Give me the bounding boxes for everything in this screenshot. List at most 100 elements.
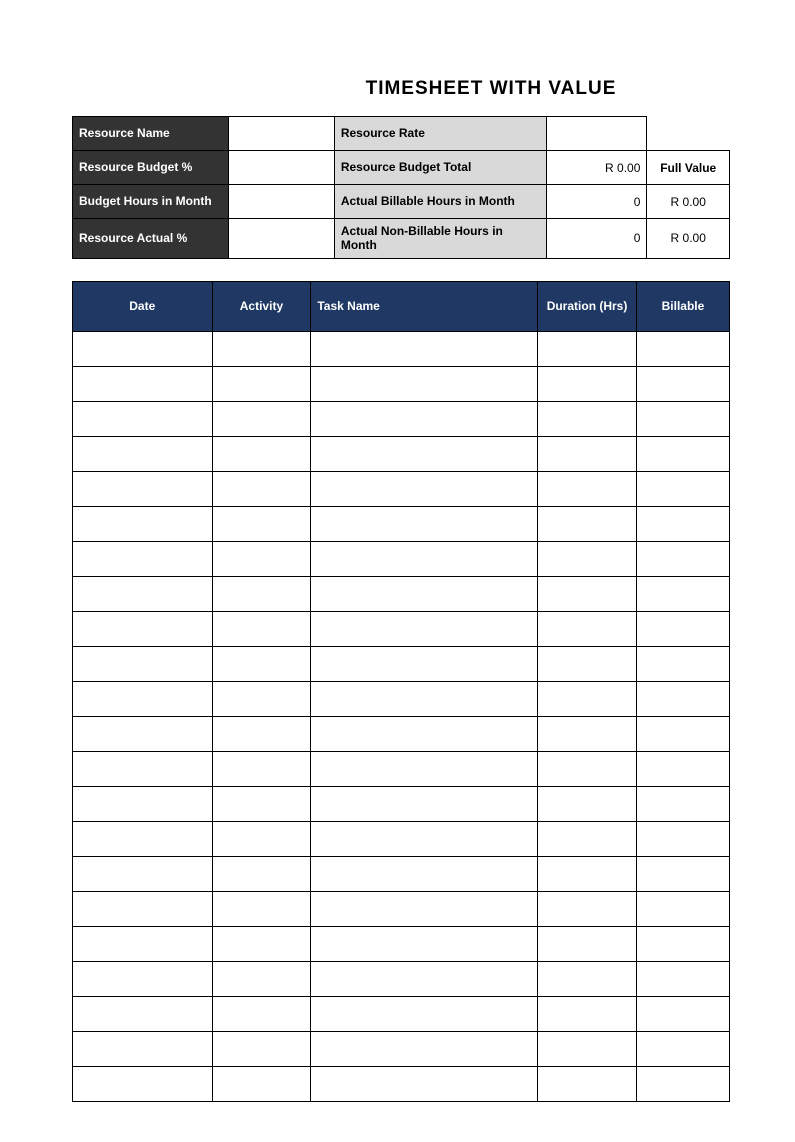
cell-task[interactable] — [311, 751, 538, 786]
cell-billable[interactable] — [636, 366, 729, 401]
cell-activity[interactable] — [212, 541, 311, 576]
cell-billable[interactable] — [636, 611, 729, 646]
value-resource-rate[interactable] — [547, 117, 647, 151]
cell-date[interactable] — [73, 751, 213, 786]
cell-billable[interactable] — [636, 331, 729, 366]
cell-billable[interactable] — [636, 856, 729, 891]
cell-duration[interactable] — [538, 716, 637, 751]
cell-date[interactable] — [73, 471, 213, 506]
cell-task[interactable] — [311, 506, 538, 541]
cell-duration[interactable] — [538, 541, 637, 576]
value-resource-name[interactable] — [228, 117, 334, 151]
cell-duration[interactable] — [538, 366, 637, 401]
cell-billable[interactable] — [636, 716, 729, 751]
cell-activity[interactable] — [212, 821, 311, 856]
cell-task[interactable] — [311, 366, 538, 401]
cell-billable[interactable] — [636, 436, 729, 471]
cell-billable[interactable] — [636, 1031, 729, 1066]
cell-billable[interactable] — [636, 996, 729, 1031]
cell-duration[interactable] — [538, 821, 637, 856]
cell-task[interactable] — [311, 891, 538, 926]
cell-activity[interactable] — [212, 856, 311, 891]
cell-duration[interactable] — [538, 681, 637, 716]
cell-duration[interactable] — [538, 576, 637, 611]
cell-date[interactable] — [73, 681, 213, 716]
cell-duration[interactable] — [538, 506, 637, 541]
cell-billable[interactable] — [636, 541, 729, 576]
cell-duration[interactable] — [538, 786, 637, 821]
cell-task[interactable] — [311, 961, 538, 996]
cell-billable[interactable] — [636, 506, 729, 541]
cell-duration[interactable] — [538, 996, 637, 1031]
cell-date[interactable] — [73, 611, 213, 646]
cell-billable[interactable] — [636, 471, 729, 506]
cell-duration[interactable] — [538, 401, 637, 436]
cell-date[interactable] — [73, 1066, 213, 1101]
cell-activity[interactable] — [212, 506, 311, 541]
cell-task[interactable] — [311, 401, 538, 436]
cell-billable[interactable] — [636, 401, 729, 436]
value-budget-hours[interactable] — [228, 185, 334, 219]
cell-task[interactable] — [311, 611, 538, 646]
cell-activity[interactable] — [212, 891, 311, 926]
cell-task[interactable] — [311, 646, 538, 681]
cell-task[interactable] — [311, 716, 538, 751]
cell-duration[interactable] — [538, 961, 637, 996]
cell-activity[interactable] — [212, 471, 311, 506]
cell-date[interactable] — [73, 541, 213, 576]
cell-duration[interactable] — [538, 856, 637, 891]
cell-task[interactable] — [311, 821, 538, 856]
cell-billable[interactable] — [636, 891, 729, 926]
cell-date[interactable] — [73, 716, 213, 751]
cell-duration[interactable] — [538, 471, 637, 506]
cell-date[interactable] — [73, 1031, 213, 1066]
cell-billable[interactable] — [636, 681, 729, 716]
cell-task[interactable] — [311, 1066, 538, 1101]
cell-billable[interactable] — [636, 926, 729, 961]
cell-activity[interactable] — [212, 681, 311, 716]
cell-activity[interactable] — [212, 576, 311, 611]
cell-task[interactable] — [311, 856, 538, 891]
cell-duration[interactable] — [538, 926, 637, 961]
cell-date[interactable] — [73, 506, 213, 541]
cell-task[interactable] — [311, 331, 538, 366]
cell-task[interactable] — [311, 786, 538, 821]
value-resource-actual-pct[interactable] — [228, 219, 334, 259]
cell-activity[interactable] — [212, 436, 311, 471]
value-resource-budget-pct[interactable] — [228, 151, 334, 185]
cell-duration[interactable] — [538, 1066, 637, 1101]
cell-activity[interactable] — [212, 401, 311, 436]
cell-duration[interactable] — [538, 1031, 637, 1066]
cell-date[interactable] — [73, 646, 213, 681]
cell-task[interactable] — [311, 681, 538, 716]
cell-task[interactable] — [311, 471, 538, 506]
cell-duration[interactable] — [538, 436, 637, 471]
cell-duration[interactable] — [538, 646, 637, 681]
cell-activity[interactable] — [212, 646, 311, 681]
cell-date[interactable] — [73, 821, 213, 856]
cell-date[interactable] — [73, 436, 213, 471]
cell-activity[interactable] — [212, 926, 311, 961]
cell-activity[interactable] — [212, 331, 311, 366]
cell-task[interactable] — [311, 1031, 538, 1066]
cell-task[interactable] — [311, 926, 538, 961]
cell-task[interactable] — [311, 576, 538, 611]
cell-date[interactable] — [73, 891, 213, 926]
cell-date[interactable] — [73, 856, 213, 891]
cell-billable[interactable] — [636, 646, 729, 681]
cell-billable[interactable] — [636, 576, 729, 611]
cell-activity[interactable] — [212, 751, 311, 786]
cell-activity[interactable] — [212, 996, 311, 1031]
cell-duration[interactable] — [538, 611, 637, 646]
cell-duration[interactable] — [538, 331, 637, 366]
cell-task[interactable] — [311, 996, 538, 1031]
cell-activity[interactable] — [212, 366, 311, 401]
cell-billable[interactable] — [636, 751, 729, 786]
cell-date[interactable] — [73, 366, 213, 401]
cell-activity[interactable] — [212, 1031, 311, 1066]
cell-duration[interactable] — [538, 891, 637, 926]
cell-duration[interactable] — [538, 751, 637, 786]
cell-task[interactable] — [311, 541, 538, 576]
cell-date[interactable] — [73, 331, 213, 366]
cell-date[interactable] — [73, 996, 213, 1031]
